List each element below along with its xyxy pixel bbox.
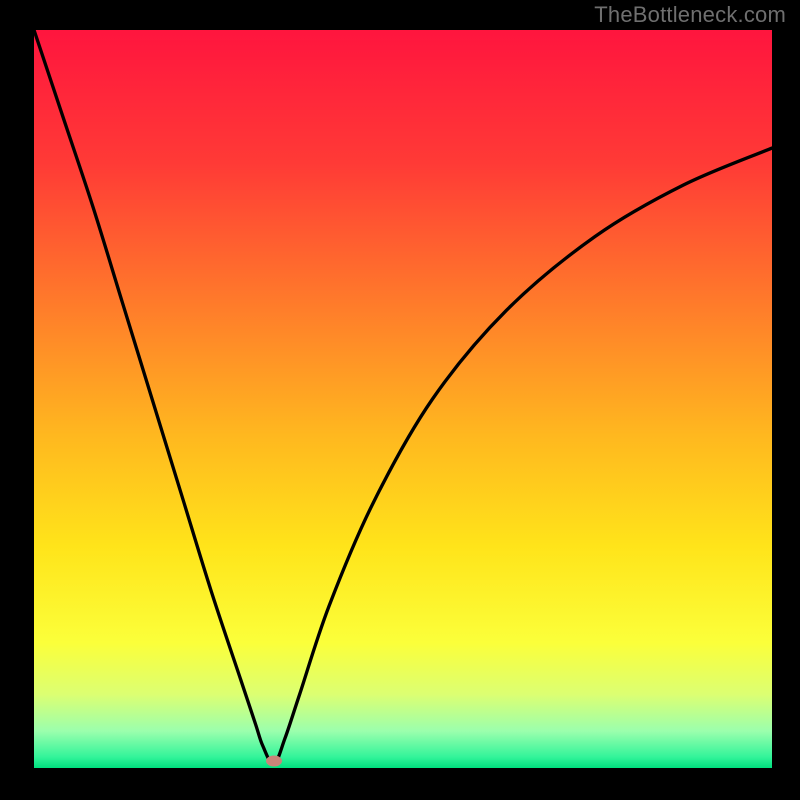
bottleneck-curve — [34, 30, 772, 768]
plot-area — [34, 30, 772, 768]
watermark-label: TheBottleneck.com — [594, 2, 786, 28]
optimal-point-marker — [266, 755, 282, 766]
chart-frame: TheBottleneck.com — [0, 0, 800, 800]
